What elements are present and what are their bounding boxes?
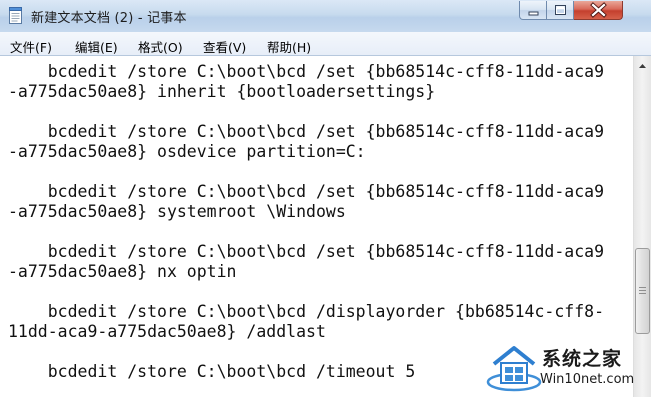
watermark-url: Win10net.com [540,372,635,387]
text-line: -a775dac50ae8} nx optin [8,262,237,281]
minimize-button[interactable] [519,1,547,20]
scroll-thumb[interactable] [635,248,650,334]
close-icon [590,2,607,18]
text-line: bcdedit /store C:\boot\bcd /timeout 5 [8,362,416,381]
title-bar[interactable]: 新建文本文档 (2) - 记事本 [0,0,651,32]
menu-edit[interactable]: 编辑(E) [75,37,118,56]
menu-file[interactable]: 文件(F) [10,37,52,56]
text-line: -a775dac50ae8} systemroot \Windows [8,202,346,221]
grip-line [639,293,646,294]
notepad-icon[interactable] [9,7,23,24]
close-button[interactable] [574,1,623,20]
menu-help[interactable]: 帮助(H) [267,37,311,56]
text-line: bcdedit /store C:\boot\bcd /set {bb68514… [8,62,605,81]
text-line: bcdedit /store C:\boot\bcd /set {bb68514… [8,182,605,201]
watermark: 系统之家 Win10net.com [484,340,651,397]
text-line: bcdedit /store C:\boot\bcd /set {bb68514… [8,242,605,261]
maximize-icon [555,5,566,15]
maximize-button[interactable] [547,1,574,20]
text-line: 11dd-aca9-a775dac50ae8} /addlast [8,322,326,341]
notepad-window: 新建文本文档 (2) - 记事本 文件(F) 编辑(E) 格式(O) 查看(V)… [0,0,651,397]
text-line: -a775dac50ae8} inherit {bootloadersettin… [8,82,436,101]
text-line: -a775dac50ae8} osdevice partition=C: [8,142,366,161]
menu-bar: 文件(F) 编辑(E) 格式(O) 查看(V) 帮助(H) [0,32,651,56]
house-logo-icon [486,346,542,392]
menu-format[interactable]: 格式(O) [138,37,183,56]
grip-line [639,287,646,288]
minimize-icon [528,11,539,16]
window-title: 新建文本文档 (2) - 记事本 [31,11,187,26]
grip-line [639,290,646,291]
text-line: bcdedit /store C:\boot\bcd /set {bb68514… [8,122,605,141]
watermark-name: 系统之家 [542,348,623,370]
menu-view[interactable]: 查看(V) [203,37,246,56]
scroll-up-arrow-icon [639,64,646,68]
scroll-up-button[interactable] [635,57,650,74]
text-line: bcdedit /store C:\boot\bcd /displayorder… [8,302,605,321]
